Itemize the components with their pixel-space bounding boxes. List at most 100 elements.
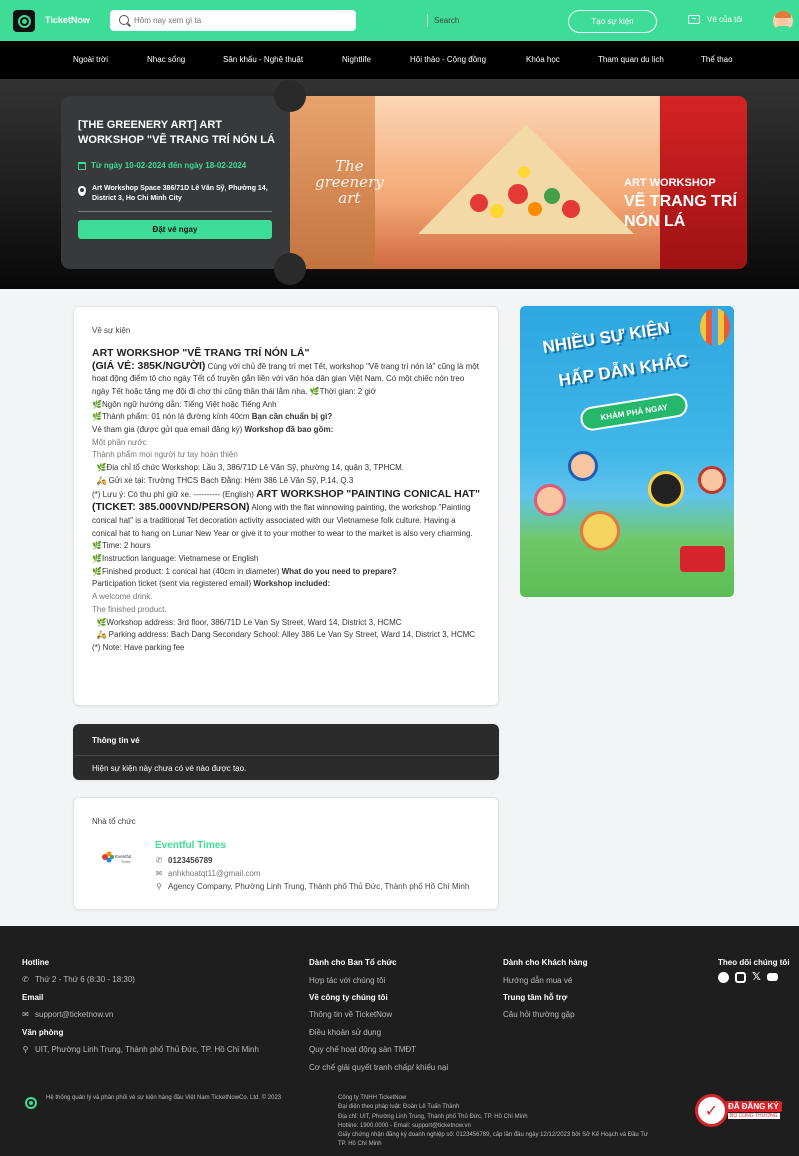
wagon-illustration: [680, 546, 725, 572]
search-button[interactable]: Search: [434, 16, 459, 25]
organizer-label: Nhà tổ chức: [92, 817, 136, 826]
greenery-art-logo: The greenery art: [315, 157, 384, 207]
footer-tagline: Hệ thống quản lý và phân phối vé sự kiện…: [46, 1095, 282, 1101]
nav-item-nightlife[interactable]: Nightlife: [342, 55, 371, 64]
footer-link-about[interactable]: Thông tin về TicketNow: [309, 1010, 392, 1019]
svg-text:Times: Times: [121, 860, 131, 864]
leaf-icon: 🌿: [92, 399, 102, 409]
nav-item-community[interactable]: Hội thảo - Cộng đồng: [410, 55, 486, 64]
character-illustration: [568, 451, 598, 481]
event-address-text: Art Workshop Space 386/71D Lê Văn Sỹ, Ph…: [92, 185, 268, 202]
location-pin-icon: [78, 186, 86, 196]
en-price: (TICKET: 385.000VND/PERSON): [92, 501, 250, 514]
footer-follow-label: Theo dõi chúng tôi: [718, 958, 790, 967]
footer-customer-heading: Dành cho Khách hàng: [503, 958, 588, 967]
footer-link-disputes[interactable]: Cơ chế giải quyết tranh chấp/ khiếu nại: [309, 1063, 448, 1072]
footer-support-heading: Trung tâm hỗ trợ: [503, 993, 568, 1002]
facebook-icon[interactable]: [718, 972, 729, 983]
category-nav: Ngoài trời Nhạc sống Sân khấu - Nghệ thu…: [0, 41, 799, 79]
mail-icon: ✉: [22, 1010, 29, 1019]
banner-workshop-title: VẼ TRANG TRÍ NÓN LÁ: [624, 193, 737, 230]
nav-item-tours[interactable]: Tham quan du lịch: [598, 55, 664, 64]
footer-company-info: Công ty TNHH TicketNow Đại diện theo phá…: [338, 1095, 649, 1148]
location-pin-icon: ⚲: [156, 882, 162, 891]
about-event-card: Về sự kiện ART WORKSHOP "VẼ TRANG TRÍ NÓ…: [73, 306, 499, 706]
nav-item-stage-art[interactable]: Sân khấu - Nghệ thuật: [223, 55, 303, 64]
leaf-icon: 🌿: [96, 463, 107, 473]
vi-price: (GIÁ VÉ: 385K/NGƯỜI): [92, 359, 206, 372]
footer-logo-icon: [25, 1097, 37, 1109]
search-input[interactable]: [134, 13, 324, 28]
top-header: TicketNow Search Tạo sự kiện Vé của tôi: [0, 0, 799, 41]
footer-hotline-label: Hotline: [22, 958, 50, 967]
footer-link-terms[interactable]: Điều khoản sử dụng: [309, 1028, 381, 1037]
book-now-button[interactable]: Đặt vé ngay: [78, 220, 272, 239]
checkmark-icon: ✓: [695, 1094, 728, 1127]
footer-link-faq[interactable]: Câu hỏi thường gặp: [503, 1010, 575, 1019]
footer-link-partner[interactable]: Hợp tác với chúng tôi: [309, 976, 385, 985]
avatar[interactable]: [773, 11, 793, 31]
event-date: Từ ngày 10-02-2024 đến ngày 18-02-2024: [78, 161, 246, 170]
event-banner-image: The greenery art ART WORKSHOP VẼ TRANG T…: [290, 96, 747, 269]
character-illustration: [698, 466, 726, 494]
organizer-phone: ✆ 0123456789: [155, 856, 213, 865]
ticket-info-message: Hiện sự kiện này chưa có vé nào được tạo…: [92, 764, 247, 773]
character-illustration: [580, 511, 620, 551]
organizer-card: Nhà tổ chức Eventful Times Eventful Time…: [73, 797, 499, 910]
search-divider: [427, 14, 428, 27]
organizer-email: ✉ anhkhoatqt11@gmail.com: [155, 869, 261, 878]
registered-badge[interactable]: ✓ ĐÃ ĐĂNG KÝ BỘ CÔNG THƯƠNG: [695, 1094, 782, 1127]
hot-air-balloon-icon: [700, 308, 730, 346]
ticket-notch-bottom: [274, 253, 306, 285]
footer-office-label: Văn phòng: [22, 1028, 64, 1037]
ticket-icon: [688, 15, 700, 24]
footer-email-label: Email: [22, 993, 44, 1002]
x-twitter-icon[interactable]: 𝕏: [752, 972, 761, 983]
create-event-button[interactable]: Tạo sự kiện: [568, 10, 657, 33]
ticket-info-header: Thông tin vé: [92, 736, 140, 745]
svg-text:Eventful: Eventful: [115, 854, 131, 859]
promo-title-line2: HẤP DẪN KHÁC: [557, 350, 690, 391]
event-description: ART WORKSHOP "VẼ TRANG TRÍ NÓN LÁ" (GIÁ …: [92, 347, 482, 655]
ticket-notch-top: [274, 80, 306, 112]
organizer-logo: Eventful Times: [102, 851, 131, 864]
banner-workshop-label: ART WORKSHOP: [624, 177, 716, 189]
nav-item-courses[interactable]: Khóa học: [526, 55, 560, 64]
leaf-icon: 🌿: [92, 412, 102, 422]
nav-item-outdoor[interactable]: Ngoài trời: [73, 55, 108, 64]
explore-now-button[interactable]: KHÁM PHÁ NGAY: [578, 391, 690, 433]
event-address: Art Workshop Space 386/71D Lê Văn Sỹ, Ph…: [78, 184, 274, 204]
organizer-name[interactable]: Eventful Times: [155, 840, 226, 851]
location-pin-icon: ⚲: [22, 1045, 29, 1054]
leaf-icon: 🌿: [96, 617, 107, 627]
my-tickets-link[interactable]: Vé của tôi: [688, 15, 743, 24]
search-bar: Search: [110, 10, 459, 31]
leaf-icon: 🌿: [92, 554, 102, 564]
footer-link-regulations[interactable]: Quy chế hoạt động sàn TMĐT: [309, 1045, 416, 1054]
my-tickets-label: Vé của tôi: [707, 15, 743, 24]
event-date-text: Từ ngày 10-02-2024 đến ngày 18-02-2024: [91, 161, 247, 170]
footer-link-guide[interactable]: Hướng dẫn mua vé: [503, 976, 572, 985]
youtube-icon[interactable]: [766, 973, 778, 981]
footer-organizer-heading: Dành cho Ban Tổ chức: [309, 958, 397, 967]
footer-office: ⚲ UIT, Phường Linh Trung, Thành phố Thủ Đ…: [22, 1045, 259, 1054]
footer-company-heading: Về công ty chúng tôi: [309, 993, 388, 1002]
divider: [78, 211, 272, 212]
calendar-icon: [78, 161, 86, 170]
nav-item-live-music[interactable]: Nhạc sống: [147, 55, 185, 64]
search-icon: [119, 15, 129, 25]
motorbike-icon: 🛵: [96, 630, 107, 640]
about-label: Về sự kiện: [92, 326, 131, 335]
vi-title: ART WORKSHOP "VẼ TRANG TRÍ NÓN LÁ": [92, 347, 310, 359]
footer-email[interactable]: ✉ support@ticketnow.vn: [22, 1010, 113, 1019]
promo-title-line1: NHIỀU SỰ KIỆN: [541, 318, 672, 357]
event-title: [THE GREENERY ART] ART WORKSHOP "VẼ TRAN…: [78, 119, 275, 146]
event-summary-card: [THE GREENERY ART] ART WORKSHOP "VẼ TRAN…: [61, 96, 303, 269]
organizer-address: ⚲ Agency Company, Phường Linh Trung, Thà…: [156, 882, 470, 891]
promo-banner[interactable]: NHIỀU SỰ KIỆN HẤP DẪN KHÁC KHÁM PHÁ NGAY: [520, 306, 734, 597]
nav-item-sports[interactable]: Thể thao: [701, 55, 733, 64]
instagram-icon[interactable]: [735, 972, 746, 983]
brand-name[interactable]: TicketNow: [45, 15, 90, 25]
mail-icon: ✉: [155, 869, 163, 878]
logo-icon[interactable]: [13, 10, 35, 32]
